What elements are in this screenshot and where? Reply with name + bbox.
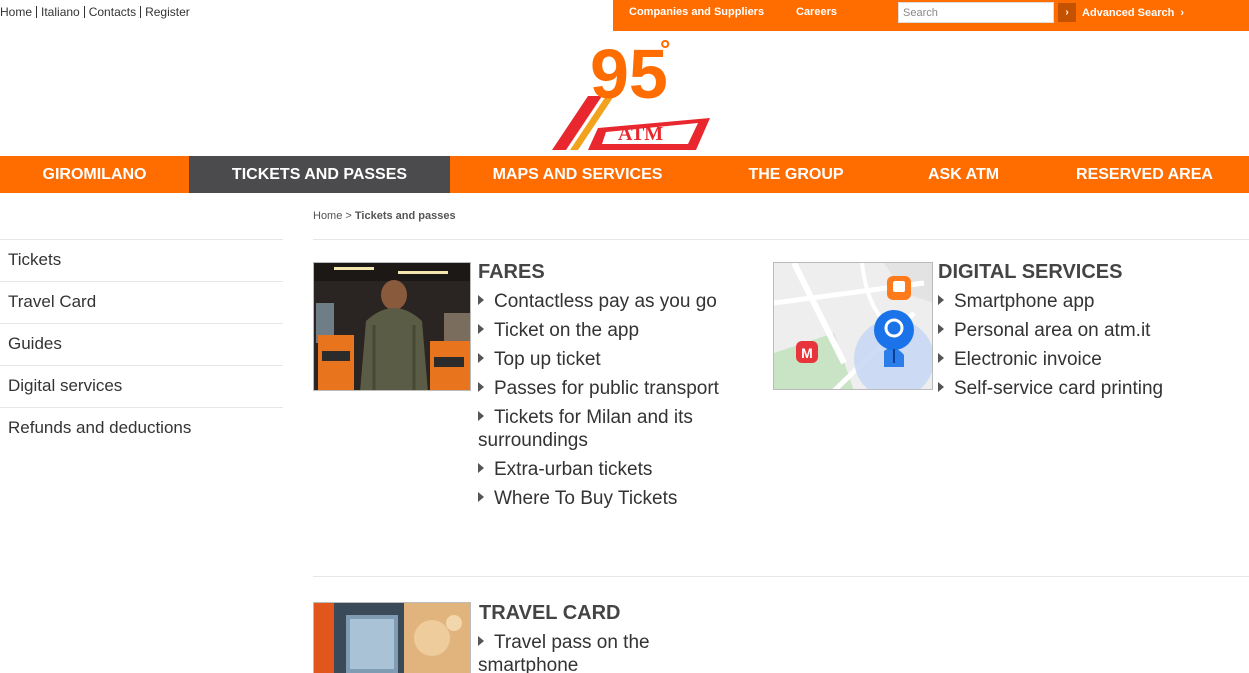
util-link-italiano[interactable]: Italiano <box>41 5 80 19</box>
metro-letter: M <box>801 345 813 361</box>
nav-maps-and-services[interactable]: MAPS AND SERVICES <box>450 156 705 193</box>
nav-the-group[interactable]: THE GROUP <box>705 156 887 193</box>
logo-anniversary-number: 95 <box>590 36 668 113</box>
metro-gate-photo <box>314 263 470 390</box>
caret-right-icon <box>478 295 484 305</box>
link-label: Extra-urban tickets <box>494 459 653 480</box>
sidebar-item-refunds-and-deductions[interactable]: Refunds and deductions <box>0 407 283 449</box>
fares-link-where-to-buy[interactable]: Where To Buy Tickets <box>478 487 738 510</box>
sidebar-item-guides[interactable]: Guides <box>0 323 283 365</box>
nav-tickets-and-passes[interactable]: TICKETS AND PASSES <box>189 156 450 193</box>
sidebar-item-travel-card[interactable]: Travel Card <box>0 281 283 323</box>
caret-right-icon <box>478 411 484 421</box>
search-submit-button[interactable]: › <box>1058 3 1076 22</box>
link-label: Tickets for Milan and its surroundings <box>478 407 693 451</box>
caret-right-icon <box>478 382 484 392</box>
link-label: Passes for public transport <box>494 378 719 399</box>
link-label: Where To Buy Tickets <box>494 488 678 509</box>
main-navigation: GIROMILANO TICKETS AND PASSES MAPS AND S… <box>0 156 1249 193</box>
link-label: Contactless pay as you go <box>494 291 717 312</box>
utility-links: Home Italiano Contacts Register <box>0 5 190 19</box>
caret-right-icon <box>938 353 944 363</box>
fares-link-milan-surroundings[interactable]: Tickets for Milan and its surroundings <box>478 406 738 452</box>
link-label: Self-service card printing <box>954 378 1164 399</box>
ticket-machine-photo <box>314 603 470 673</box>
caret-right-icon <box>478 324 484 334</box>
link-label: Electronic invoice <box>954 349 1102 370</box>
nav-ask-atm[interactable]: ASK ATM <box>887 156 1040 193</box>
divider <box>313 576 1249 577</box>
top-bar: Companies and Suppliers Careers › Advanc… <box>613 0 1249 31</box>
atm-95-logo[interactable]: 95 ° ATM <box>548 34 714 154</box>
link-label: Smartphone app <box>954 291 1095 312</box>
breadcrumb: Home > Tickets and passes <box>313 210 456 222</box>
caret-right-icon <box>938 382 944 392</box>
divider <box>36 6 38 18</box>
breadcrumb-home[interactable]: Home <box>313 210 342 222</box>
chevron-right-icon: › <box>1180 7 1184 19</box>
fares-link-extra-urban[interactable]: Extra-urban tickets <box>478 458 738 481</box>
util-link-contacts[interactable]: Contacts <box>89 5 136 19</box>
util-link-register[interactable]: Register <box>145 5 190 19</box>
fares-link-passes[interactable]: Passes for public transport <box>478 377 738 400</box>
sidebar: Tickets Travel Card Guides Digital servi… <box>0 239 283 449</box>
advanced-search-link[interactable]: Advanced Search › <box>1082 7 1184 19</box>
digital-link-smartphone-app[interactable]: Smartphone app <box>938 290 1188 313</box>
divider <box>83 6 85 18</box>
caret-right-icon <box>938 295 944 305</box>
util-link-home[interactable]: Home <box>0 5 32 19</box>
travel-card-title[interactable]: TRAVEL CARD <box>479 602 620 625</box>
logo-degree-symbol: ° <box>660 36 670 64</box>
link-label: Top up ticket <box>494 349 601 370</box>
digital-link-personal-area[interactable]: Personal area on atm.it <box>938 319 1188 342</box>
caret-right-icon <box>478 492 484 502</box>
advanced-search-label: Advanced Search <box>1082 7 1175 19</box>
caret-right-icon <box>478 463 484 473</box>
caret-right-icon <box>478 353 484 363</box>
fares-photo[interactable] <box>313 262 471 391</box>
caret-right-icon <box>478 636 484 646</box>
link-label: Travel pass on the smartphone <box>478 632 650 673</box>
fares-title[interactable]: FARES <box>478 261 545 284</box>
nav-reserved-area[interactable]: RESERVED AREA <box>1040 156 1249 193</box>
digital-services-map-image[interactable]: M <box>773 262 933 390</box>
digital-services-title[interactable]: DIGITAL SERVICES <box>938 261 1122 284</box>
careers-link[interactable]: Careers <box>796 6 837 18</box>
fares-link-contactless[interactable]: Contactless pay as you go <box>478 290 738 313</box>
sidebar-item-tickets[interactable]: Tickets <box>0 239 283 281</box>
fares-links: Contactless pay as you go Ticket on the … <box>478 290 738 516</box>
companies-suppliers-link[interactable]: Companies and Suppliers <box>629 6 764 18</box>
nav-giromilano[interactable]: GIROMILANO <box>0 156 189 193</box>
travel-card-links: Travel pass on the smartphone <box>478 631 698 673</box>
logo-brand-text: ATM <box>618 123 663 145</box>
digital-services-links: Smartphone app Personal area on atm.it E… <box>938 290 1188 406</box>
travel-card-link-smartphone-pass[interactable]: Travel pass on the smartphone <box>478 631 698 673</box>
breadcrumb-current: Tickets and passes <box>354 210 456 222</box>
sidebar-item-digital-services[interactable]: Digital services <box>0 365 283 407</box>
breadcrumb-separator: > <box>345 210 352 222</box>
location-pin-icon <box>874 310 914 350</box>
link-label: Ticket on the app <box>494 320 640 341</box>
search-input[interactable] <box>898 2 1054 23</box>
digital-link-self-service-printing[interactable]: Self-service card printing <box>938 377 1188 400</box>
fares-link-top-up-ticket[interactable]: Top up ticket <box>478 348 738 371</box>
map-graphic: M <box>774 263 932 389</box>
travel-card-photo[interactable] <box>313 602 471 673</box>
caret-right-icon <box>938 324 944 334</box>
link-label: Personal area on atm.it <box>954 320 1151 341</box>
fares-link-ticket-on-app[interactable]: Ticket on the app <box>478 319 738 342</box>
divider <box>140 6 142 18</box>
logo-graphic: 95 ° ATM <box>552 34 710 150</box>
divider <box>313 239 1249 240</box>
digital-link-electronic-invoice[interactable]: Electronic invoice <box>938 348 1188 371</box>
